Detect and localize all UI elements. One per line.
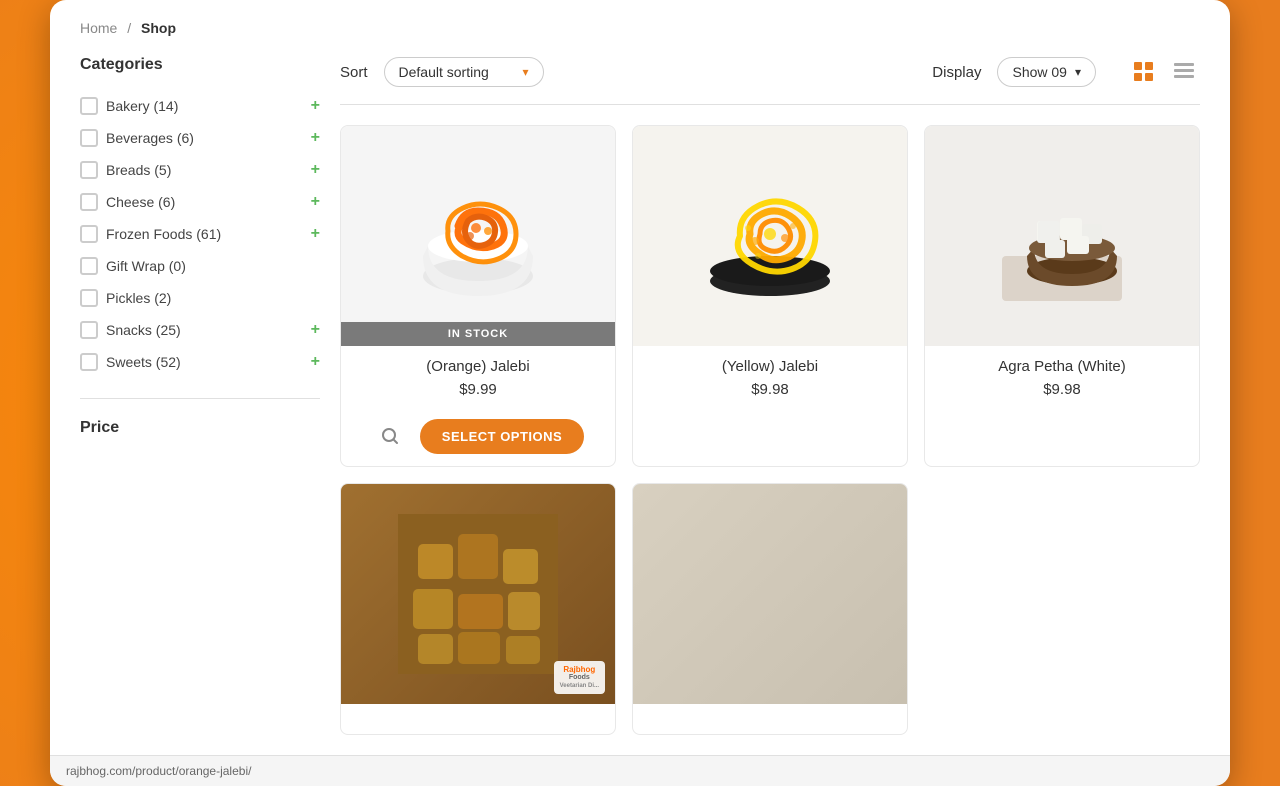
- category-breads[interactable]: Breads (5) +: [80, 154, 320, 186]
- product-card-agra-petha[interactable]: Agra Petha (White) $9.98: [924, 125, 1200, 467]
- display-dropdown[interactable]: Show 09 ▾: [997, 57, 1096, 87]
- display-chevron-down-icon: ▾: [1075, 65, 1081, 79]
- category-snacks[interactable]: Snacks (25) +: [80, 314, 320, 346]
- frozen-foods-plus-icon[interactable]: +: [311, 225, 320, 243]
- sweets-checkbox[interactable]: [80, 353, 98, 371]
- bakery-plus-icon[interactable]: +: [311, 97, 320, 115]
- product-image-4: Rajbhog Foods Veetarian Di...: [341, 484, 615, 704]
- sidebar: Categories Bakery (14) + Beverages (6) +…: [80, 56, 320, 735]
- product-image-5: [633, 484, 907, 704]
- breads-label: Breads (5): [106, 162, 303, 178]
- category-gift-wrap[interactable]: Gift Wrap (0): [80, 250, 320, 282]
- sidebar-divider: [80, 398, 320, 399]
- product-actions-orange-jalebi: SELECT OPTIONS: [341, 418, 615, 466]
- product-info-orange-jalebi: (Orange) Jalebi $9.99: [341, 346, 615, 418]
- breads-checkbox[interactable]: [80, 161, 98, 179]
- price-title: Price: [80, 419, 320, 437]
- product-card-yellow-jalebi[interactable]: (Yellow) Jalebi $9.98: [632, 125, 908, 467]
- beverages-label: Beverages (6): [106, 130, 303, 146]
- grid-view-icon[interactable]: [1128, 56, 1160, 88]
- sweets-plus-icon[interactable]: +: [311, 353, 320, 371]
- product-card-orange-jalebi[interactable]: IN STOCK (Orange) Jalebi $9.99: [340, 125, 616, 467]
- product-image-yellow-jalebi: [633, 126, 907, 346]
- beverages-checkbox[interactable]: [80, 129, 98, 147]
- display-label: Display: [932, 64, 981, 81]
- category-pickles[interactable]: Pickles (2): [80, 282, 320, 314]
- snacks-label: Snacks (25): [106, 322, 303, 338]
- category-beverages[interactable]: Beverages (6) +: [80, 122, 320, 154]
- sort-chevron-down-icon: ▾: [522, 65, 528, 79]
- bakery-label: Bakery (14): [106, 98, 303, 114]
- content-area: Sort Default sorting ▾ Display Show 09 ▾: [340, 56, 1200, 735]
- pickles-checkbox[interactable]: [80, 289, 98, 307]
- product-card-4[interactable]: Rajbhog Foods Veetarian Di...: [340, 483, 616, 735]
- view-icons: [1128, 56, 1200, 88]
- product-name-yellow-jalebi: (Yellow) Jalebi: [645, 358, 895, 375]
- frozen-foods-label: Frozen Foods (61): [106, 226, 303, 242]
- product-price-yellow-jalebi: $9.98: [645, 381, 895, 398]
- product-image-orange-jalebi: IN STOCK: [341, 126, 615, 346]
- bakery-checkbox[interactable]: [80, 97, 98, 115]
- product-image-agra-petha: [925, 126, 1199, 346]
- category-cheese[interactable]: Cheese (6) +: [80, 186, 320, 218]
- rajbhog-brand-overlay: Rajbhog Foods Veetarian Di...: [554, 661, 605, 694]
- breads-plus-icon[interactable]: +: [311, 161, 320, 179]
- display-value: Show 09: [1012, 64, 1066, 80]
- product-price-agra-petha: $9.98: [937, 381, 1187, 398]
- product-info-agra-petha: Agra Petha (White) $9.98: [925, 346, 1199, 418]
- list-view-icon[interactable]: [1168, 56, 1200, 88]
- category-bakery[interactable]: Bakery (14) +: [80, 90, 320, 122]
- cheese-label: Cheese (6): [106, 194, 303, 210]
- sort-value: Default sorting: [399, 64, 489, 80]
- product-info-yellow-jalebi: (Yellow) Jalebi $9.98: [633, 346, 907, 418]
- sort-label: Sort: [340, 64, 368, 81]
- category-sweets[interactable]: Sweets (52) +: [80, 346, 320, 378]
- breadcrumb-separator: /: [127, 20, 131, 36]
- pickles-label: Pickles (2): [106, 290, 320, 306]
- product-info-4: [341, 704, 615, 734]
- cheese-plus-icon[interactable]: +: [311, 193, 320, 211]
- product-info-5: [633, 704, 907, 734]
- category-frozen-foods[interactable]: Frozen Foods (61) +: [80, 218, 320, 250]
- products-grid: IN STOCK (Orange) Jalebi $9.99: [340, 125, 1200, 735]
- frozen-foods-checkbox[interactable]: [80, 225, 98, 243]
- product-card-5[interactable]: [632, 483, 908, 735]
- product-price-orange-jalebi: $9.99: [353, 381, 603, 398]
- snacks-plus-icon[interactable]: +: [311, 321, 320, 339]
- snacks-checkbox[interactable]: [80, 321, 98, 339]
- breadcrumb: Home / Shop: [80, 20, 1200, 36]
- categories-title: Categories: [80, 56, 320, 74]
- product-search-button-orange-jalebi[interactable]: [372, 418, 408, 454]
- select-options-button-orange-jalebi[interactable]: SELECT OPTIONS: [420, 419, 584, 454]
- in-stock-badge: IN STOCK: [341, 322, 615, 346]
- toolbar: Sort Default sorting ▾ Display Show 09 ▾: [340, 56, 1200, 105]
- sort-dropdown[interactable]: Default sorting ▾: [384, 57, 544, 87]
- url-bar: rajbhog.com/product/orange-jalebi/: [50, 755, 1230, 786]
- cheese-checkbox[interactable]: [80, 193, 98, 211]
- beverages-plus-icon[interactable]: +: [311, 129, 320, 147]
- product-name-orange-jalebi: (Orange) Jalebi: [353, 358, 603, 375]
- gift-wrap-label: Gift Wrap (0): [106, 258, 320, 274]
- url-text: rajbhog.com/product/orange-jalebi/: [66, 764, 251, 778]
- sweets-label: Sweets (52): [106, 354, 303, 370]
- breadcrumb-home[interactable]: Home: [80, 20, 117, 36]
- product-name-agra-petha: Agra Petha (White): [937, 358, 1187, 375]
- breadcrumb-current: Shop: [141, 20, 176, 36]
- gift-wrap-checkbox[interactable]: [80, 257, 98, 275]
